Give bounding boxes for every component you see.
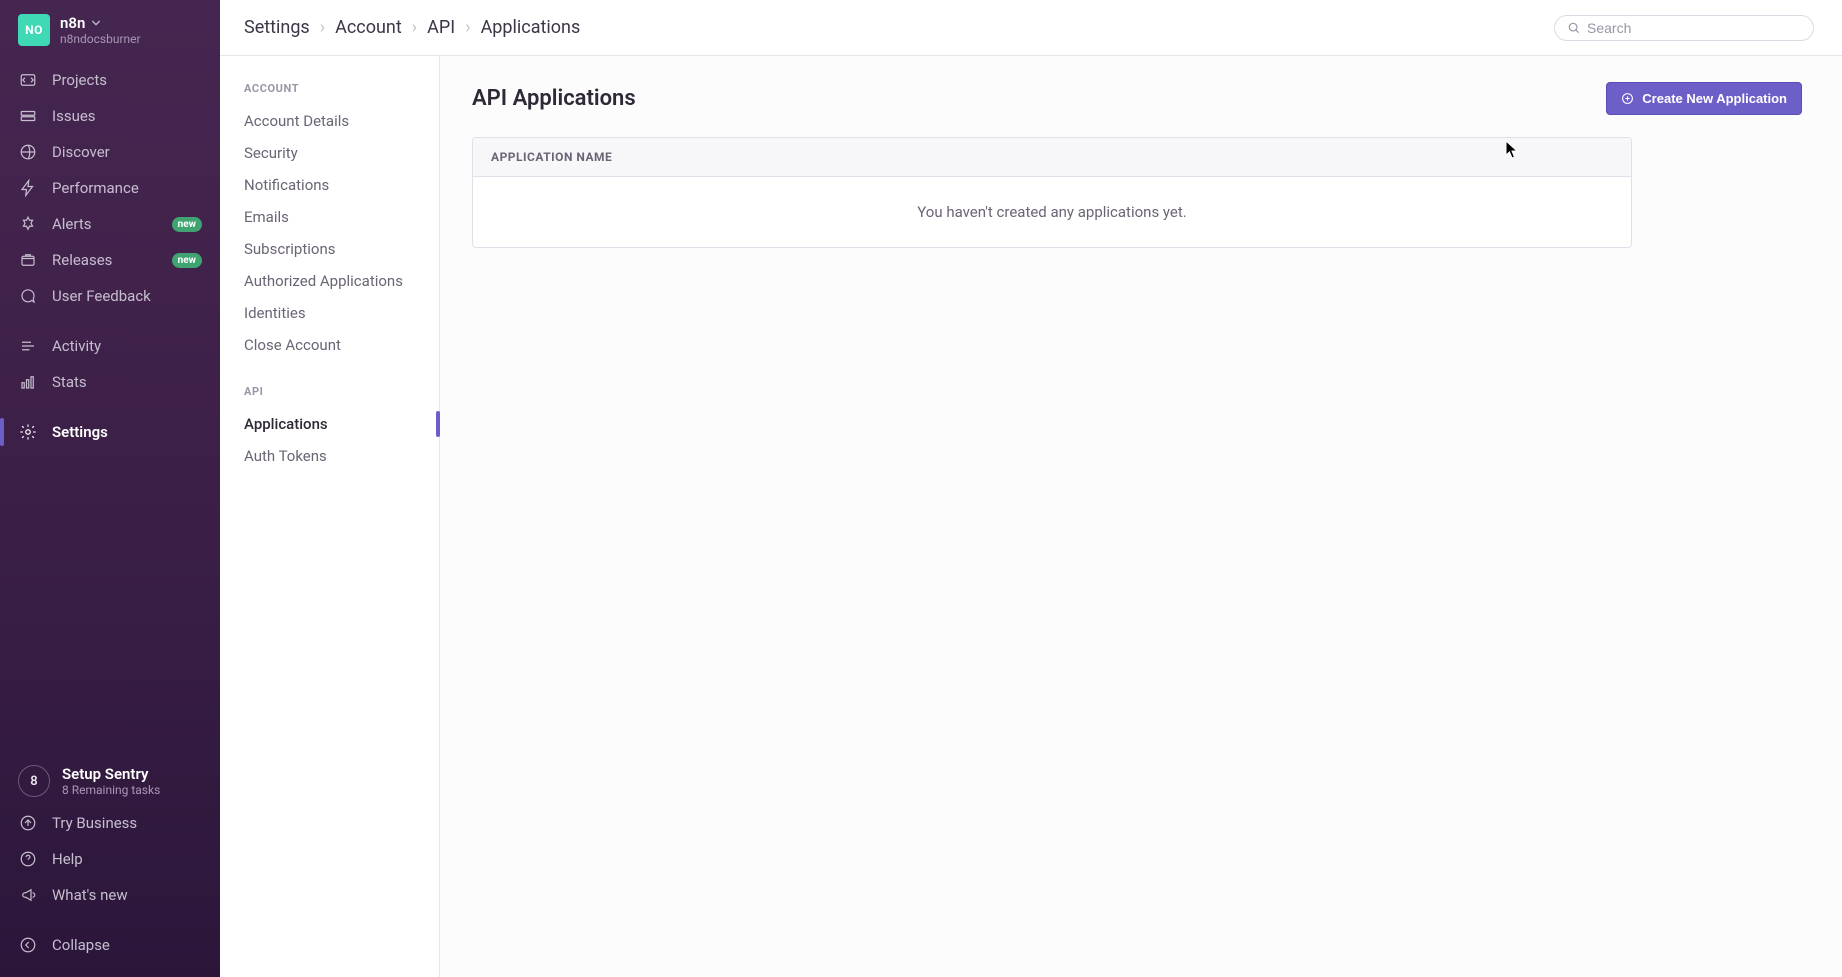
subnav-item-security[interactable]: Security — [220, 137, 439, 169]
subnav-item-auth-tokens[interactable]: Auth Tokens — [220, 440, 439, 472]
chevron-right-icon: › — [412, 17, 417, 38]
table-column-header: APPLICATION NAME — [473, 138, 1631, 177]
org-subtitle: n8ndocsburner — [60, 32, 141, 46]
sidebar-footer: 8 Setup Sentry 8 Remaining tasks Try Bus… — [0, 747, 220, 977]
performance-icon — [18, 178, 38, 198]
org-logo: NO — [18, 14, 50, 46]
sidebar-item-label: Stats — [52, 373, 202, 391]
projects-icon — [18, 70, 38, 90]
sidebar-item-label: Projects — [52, 71, 202, 89]
sidebar-item-stats[interactable]: Stats — [0, 364, 220, 400]
sidebar-item-label: Issues — [52, 107, 202, 125]
releases-icon — [18, 250, 38, 270]
sidebar-item-label: User Feedback — [52, 287, 202, 305]
sidebar-item-label: Settings — [52, 423, 202, 441]
breadcrumb-current: Applications — [481, 17, 581, 38]
empty-state-message: You haven't created any applications yet… — [473, 177, 1631, 247]
button-label: Create New Application — [1642, 91, 1787, 106]
search-icon — [1567, 21, 1581, 35]
page-content: API Applications Create New Application … — [440, 56, 1842, 977]
subnav-group-title: ACCOUNT — [220, 76, 439, 105]
sidebar-item-releases[interactable]: Releases new — [0, 242, 220, 278]
subnav-item-identities[interactable]: Identities — [220, 297, 439, 329]
main-area: Settings › Account › API › Applications … — [220, 0, 1842, 977]
setup-title: Setup Sentry — [62, 765, 160, 783]
org-name: n8n — [60, 14, 85, 32]
subnav-group-title: API — [220, 379, 439, 408]
sidebar-item-label: Collapse — [52, 936, 202, 954]
chevron-right-icon: › — [465, 17, 470, 38]
whats-new-icon — [18, 885, 38, 905]
subnav-item-account-details[interactable]: Account Details — [220, 105, 439, 137]
sidebar-item-projects[interactable]: Projects — [0, 62, 220, 98]
try-business-icon — [18, 813, 38, 833]
activity-icon — [18, 336, 38, 356]
sidebar-item-label: Alerts — [52, 215, 158, 233]
subnav-item-authorized-applications[interactable]: Authorized Applications — [220, 265, 439, 297]
subnav-item-notifications[interactable]: Notifications — [220, 169, 439, 201]
sidebar-item-help[interactable]: Help — [0, 841, 220, 877]
breadcrumb-item[interactable]: API — [427, 17, 455, 38]
sidebar-item-activity[interactable]: Activity — [0, 328, 220, 364]
topbar: Settings › Account › API › Applications — [220, 0, 1842, 56]
org-switcher[interactable]: NO n8n n8ndocsburner — [0, 0, 220, 56]
sidebar-item-discover[interactable]: Discover — [0, 134, 220, 170]
primary-sidebar: NO n8n n8ndocsburner Projects Issues Dis… — [0, 0, 220, 977]
discover-icon — [18, 142, 38, 162]
applications-table: APPLICATION NAME You haven't created any… — [472, 137, 1632, 248]
breadcrumb-item[interactable]: Account — [335, 17, 402, 38]
sidebar-item-label: What's new — [52, 886, 202, 904]
chevron-right-icon: › — [320, 17, 325, 38]
sidebar-item-settings[interactable]: Settings — [0, 414, 220, 450]
search-input[interactable] — [1587, 20, 1801, 36]
sidebar-item-performance[interactable]: Performance — [0, 170, 220, 206]
sidebar-item-try-business[interactable]: Try Business — [0, 805, 220, 841]
user-feedback-icon — [18, 286, 38, 306]
sidebar-item-alerts[interactable]: Alerts new — [0, 206, 220, 242]
subnav-item-subscriptions[interactable]: Subscriptions — [220, 233, 439, 265]
help-icon — [18, 849, 38, 869]
new-badge: new — [172, 217, 202, 232]
search-field[interactable] — [1554, 15, 1814, 41]
new-badge: new — [172, 253, 202, 268]
issues-icon — [18, 106, 38, 126]
subnav-item-close-account[interactable]: Close Account — [220, 329, 439, 361]
setup-sentry-button[interactable]: 8 Setup Sentry 8 Remaining tasks — [0, 757, 220, 805]
sidebar-item-issues[interactable]: Issues — [0, 98, 220, 134]
sidebar-item-label: Activity — [52, 337, 202, 355]
sidebar-item-user-feedback[interactable]: User Feedback — [0, 278, 220, 314]
primary-nav: Projects Issues Discover Performance Ale… — [0, 56, 220, 456]
sidebar-item-label: Discover — [52, 143, 202, 161]
chevron-down-icon — [91, 18, 101, 28]
collapse-icon — [18, 935, 38, 955]
stats-icon — [18, 372, 38, 392]
subnav-item-emails[interactable]: Emails — [220, 201, 439, 233]
sidebar-item-label: Releases — [52, 251, 158, 269]
page-title: API Applications — [472, 86, 636, 111]
setup-count-badge: 8 — [18, 765, 50, 797]
subnav-item-applications[interactable]: Applications — [220, 408, 439, 440]
sidebar-collapse-button[interactable]: Collapse — [0, 927, 220, 963]
sidebar-item-whats-new[interactable]: What's new — [0, 877, 220, 913]
breadcrumb-item[interactable]: Settings — [244, 17, 310, 38]
setup-subtitle: 8 Remaining tasks — [62, 783, 160, 797]
sidebar-item-label: Try Business — [52, 814, 202, 832]
sidebar-item-label: Help — [52, 850, 202, 868]
create-new-application-button[interactable]: Create New Application — [1606, 82, 1802, 115]
alerts-icon — [18, 214, 38, 234]
breadcrumb: Settings › Account › API › Applications — [244, 17, 580, 38]
settings-icon — [18, 422, 38, 442]
settings-subnav: ACCOUNT Account Details Security Notific… — [220, 56, 440, 977]
plus-circle-icon — [1621, 92, 1634, 105]
sidebar-item-label: Performance — [52, 179, 202, 197]
